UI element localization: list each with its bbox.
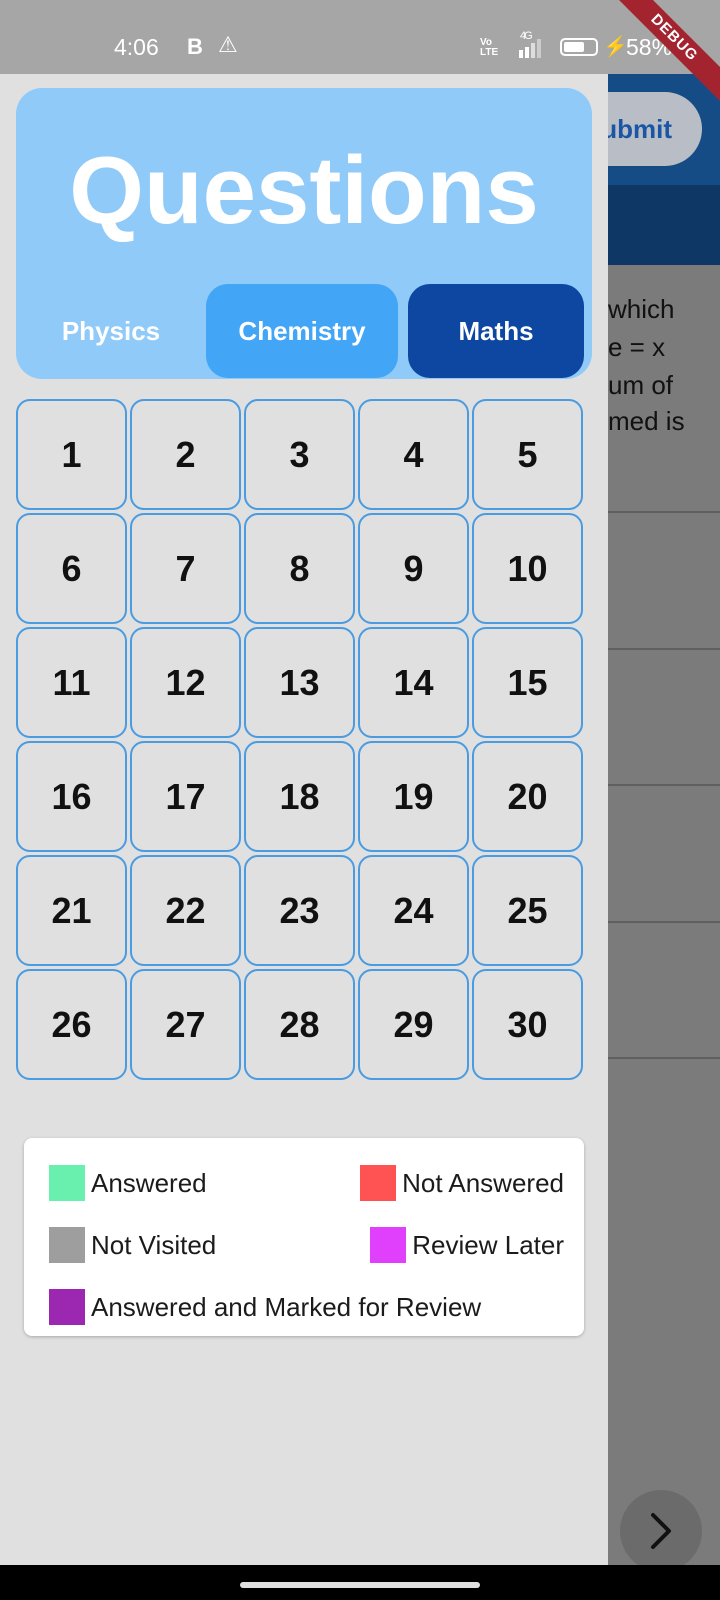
question-cell[interactable]: 2 xyxy=(130,399,241,510)
not-answered-swatch xyxy=(360,1165,397,1201)
option-divider xyxy=(608,511,720,513)
battery-icon xyxy=(560,38,598,56)
legend-not-visited: Not Visited xyxy=(49,1227,216,1263)
next-button[interactable] xyxy=(620,1490,702,1572)
legend-label: Not Visited xyxy=(91,1229,217,1260)
question-cell[interactable]: 23 xyxy=(244,855,355,966)
question-cell[interactable]: 24 xyxy=(358,855,469,966)
status-time: 4:06 xyxy=(114,34,159,60)
signal-bars-icon xyxy=(519,39,541,58)
question-cell[interactable]: 14 xyxy=(358,627,469,738)
question-cell[interactable]: 11 xyxy=(16,627,127,738)
question-cell[interactable]: 18 xyxy=(244,741,355,852)
legend-label: Review Later xyxy=(412,1229,564,1260)
question-cell[interactable]: 30 xyxy=(472,969,583,1080)
question-cell[interactable]: 21 xyxy=(16,855,127,966)
question-cell[interactable]: 3 xyxy=(244,399,355,510)
b-notification-icon: B xyxy=(187,34,203,59)
question-cell[interactable]: 26 xyxy=(16,969,127,1080)
question-cell[interactable]: 13 xyxy=(244,627,355,738)
question-text-line: med is xyxy=(608,406,685,436)
question-cell[interactable]: 20 xyxy=(472,741,583,852)
question-cell[interactable]: 27 xyxy=(130,969,241,1080)
question-cell[interactable]: 16 xyxy=(16,741,127,852)
question-cell[interactable]: 6 xyxy=(16,513,127,624)
drawer-title: Questions xyxy=(69,137,539,244)
question-cell[interactable]: 5 xyxy=(472,399,583,510)
question-cell[interactable]: 12 xyxy=(130,627,241,738)
tab-maths[interactable]: Maths xyxy=(408,284,584,378)
drawer-header: Questions Physics Chemistry Maths xyxy=(16,88,592,379)
tab-chemistry[interactable]: Chemistry xyxy=(206,284,398,378)
question-cell[interactable]: 28 xyxy=(244,969,355,1080)
answered-swatch xyxy=(49,1165,85,1201)
option-divider xyxy=(608,1057,720,1059)
home-gesture-bar[interactable] xyxy=(240,1582,480,1588)
chevron-right-icon xyxy=(651,1513,671,1549)
debug-banner: DEBUG xyxy=(600,0,720,120)
question-cell[interactable]: 29 xyxy=(358,969,469,1080)
question-cell[interactable]: 17 xyxy=(130,741,241,852)
volte-icon: Vo LTE xyxy=(480,37,499,58)
not-visited-swatch xyxy=(49,1227,85,1263)
legend-label: Answered and Marked for Review xyxy=(91,1291,482,1322)
question-drawer: Questions Physics Chemistry Maths 123456… xyxy=(0,74,608,1565)
question-cell[interactable]: 9 xyxy=(358,513,469,624)
status-legend: Answered Not Answered Not Visited Review… xyxy=(24,1138,584,1336)
option-divider xyxy=(608,784,720,786)
question-cell[interactable]: 7 xyxy=(130,513,241,624)
tab-physics[interactable]: Physics xyxy=(16,284,206,378)
question-grid: 1 2 3 4 5 6 7 8 9 10 11 12 13 14 15 16 17 18 19 20 21 22 23 24 2… xyxy=(16,399,592,1080)
question-cell[interactable]: 25 xyxy=(472,855,583,966)
warning-icon: ⚠ xyxy=(218,32,238,57)
question-text-line: e = x xyxy=(608,332,666,362)
question-cell[interactable]: 1 xyxy=(16,399,127,510)
legend-label: Not Answered xyxy=(402,1167,564,1198)
question-cell[interactable]: 10 xyxy=(472,513,583,624)
question-text-line: um of xyxy=(608,370,674,400)
legend-review-later: Review Later xyxy=(370,1227,564,1263)
question-cell[interactable]: 15 xyxy=(472,627,583,738)
option-divider xyxy=(608,921,720,923)
option-divider xyxy=(608,648,720,650)
answered-marked-swatch xyxy=(49,1289,85,1325)
question-cell[interactable]: 22 xyxy=(130,855,241,966)
question-cell[interactable]: 4 xyxy=(358,399,469,510)
debug-banner-label: DEBUG xyxy=(608,0,720,104)
question-cell[interactable]: 19 xyxy=(358,741,469,852)
review-later-swatch xyxy=(370,1227,407,1263)
legend-answered: Answered xyxy=(49,1165,207,1201)
legend-not-answered: Not Answered xyxy=(360,1165,564,1201)
legend-answered-marked: Answered and Marked for Review xyxy=(49,1289,481,1325)
legend-label: Answered xyxy=(91,1167,207,1198)
question-text-line: which xyxy=(608,294,675,324)
question-cell[interactable]: 8 xyxy=(244,513,355,624)
